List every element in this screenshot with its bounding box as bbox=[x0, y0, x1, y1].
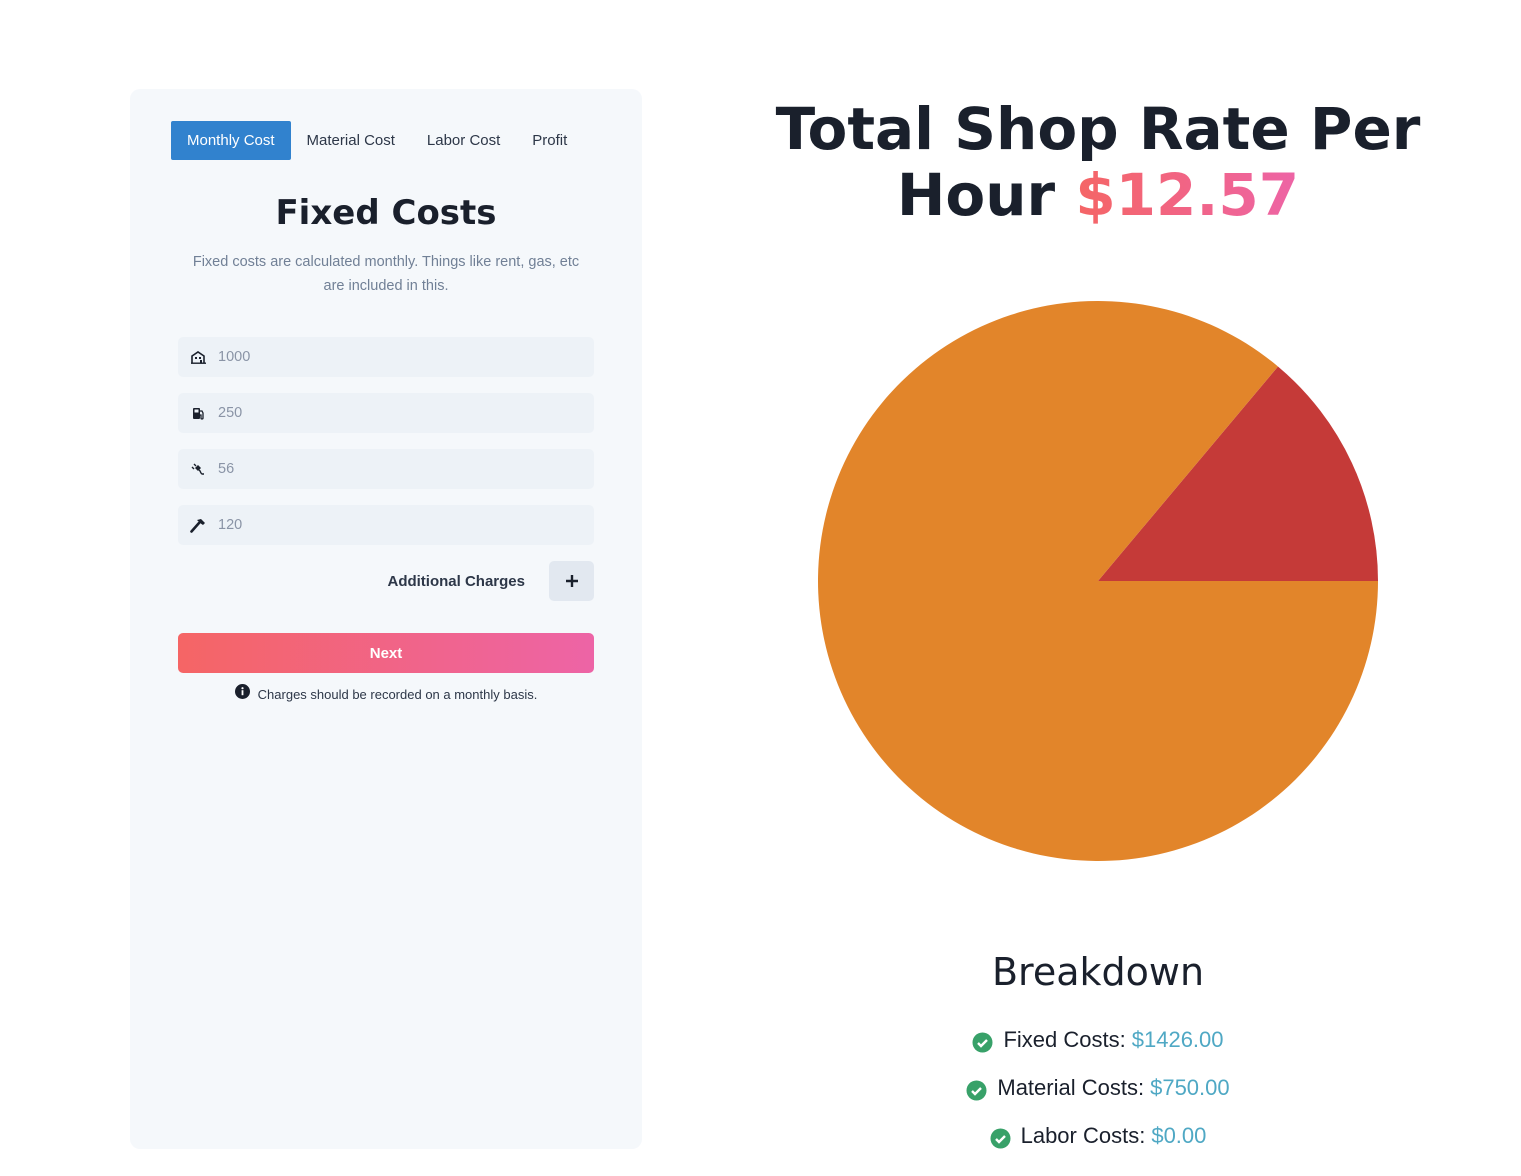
building-icon bbox=[178, 350, 218, 364]
tab-bar: Monthly Cost Material Cost Labor Cost Pr… bbox=[171, 121, 583, 160]
tab-monthly-cost[interactable]: Monthly Cost bbox=[171, 121, 291, 160]
panel-title: Fixed Costs bbox=[275, 193, 497, 233]
breakdown-value: $750.00 bbox=[1150, 1075, 1230, 1100]
tab-material-cost[interactable]: Material Cost bbox=[291, 121, 411, 160]
gas-field[interactable] bbox=[178, 393, 594, 433]
breakdown-title: Breakdown bbox=[991, 950, 1205, 994]
plug-icon bbox=[178, 463, 218, 476]
electric-field[interactable] bbox=[178, 449, 594, 489]
electric-input[interactable] bbox=[218, 461, 578, 477]
shop-rate-value: $12.57 bbox=[1075, 161, 1300, 229]
tab-labor-cost[interactable]: Labor Cost bbox=[411, 121, 516, 160]
additional-charges-label: Additional Charges bbox=[387, 572, 525, 590]
tools-input[interactable] bbox=[218, 517, 578, 533]
tab-profit[interactable]: Profit bbox=[516, 121, 583, 160]
additional-charges-row: Additional Charges bbox=[178, 561, 594, 601]
breakdown-list: Fixed Costs: $1426.00 Material Costs: $750… bbox=[740, 1016, 1456, 1160]
info-icon bbox=[234, 684, 250, 699]
cost-pie-chart bbox=[818, 301, 1378, 861]
next-button[interactable]: Next bbox=[178, 633, 594, 673]
breakdown-label: Labor Costs: bbox=[1020, 1123, 1146, 1148]
hammer-icon bbox=[178, 518, 218, 533]
panel-description: Fixed costs are calculated monthly. Thin… bbox=[192, 254, 580, 294]
gas-input[interactable] bbox=[218, 405, 578, 421]
breakdown-item-labor: Labor Costs: $0.00 bbox=[740, 1112, 1456, 1160]
monthly-note: Charges should be recorded on a monthly … bbox=[130, 684, 642, 702]
gas-pump-icon bbox=[178, 407, 218, 420]
breakdown-label: Fixed Costs: bbox=[1003, 1027, 1126, 1052]
breakdown-value: $0.00 bbox=[1151, 1123, 1207, 1148]
cost-panel: Monthly Cost Material Cost Labor Cost Pr… bbox=[130, 89, 642, 1149]
headline-line2: Hour $12.57 bbox=[740, 162, 1456, 228]
breakdown-item-material: Material Costs: $750.00 bbox=[740, 1064, 1456, 1112]
breakdown-item-fixed: Fixed Costs: $1426.00 bbox=[740, 1016, 1456, 1064]
rent-input[interactable] bbox=[218, 349, 578, 365]
headline-hour: Hour bbox=[896, 161, 1056, 229]
headline-line1: Total Shop Rate Per bbox=[775, 95, 1421, 163]
check-circle-icon bbox=[972, 1032, 993, 1053]
breakdown-label: Material Costs: bbox=[997, 1075, 1145, 1100]
check-circle-icon bbox=[966, 1080, 987, 1101]
add-charge-button[interactable] bbox=[549, 561, 594, 601]
rent-field[interactable] bbox=[178, 337, 594, 377]
shop-rate-headline: Total Shop Rate Per Hour $12.57 bbox=[740, 96, 1456, 228]
plus-icon bbox=[565, 575, 578, 587]
monthly-note-text: Charges should be recorded on a monthly … bbox=[257, 687, 538, 702]
check-circle-icon bbox=[990, 1128, 1011, 1149]
tools-field[interactable] bbox=[178, 505, 594, 545]
breakdown-value: $1426.00 bbox=[1131, 1027, 1224, 1052]
